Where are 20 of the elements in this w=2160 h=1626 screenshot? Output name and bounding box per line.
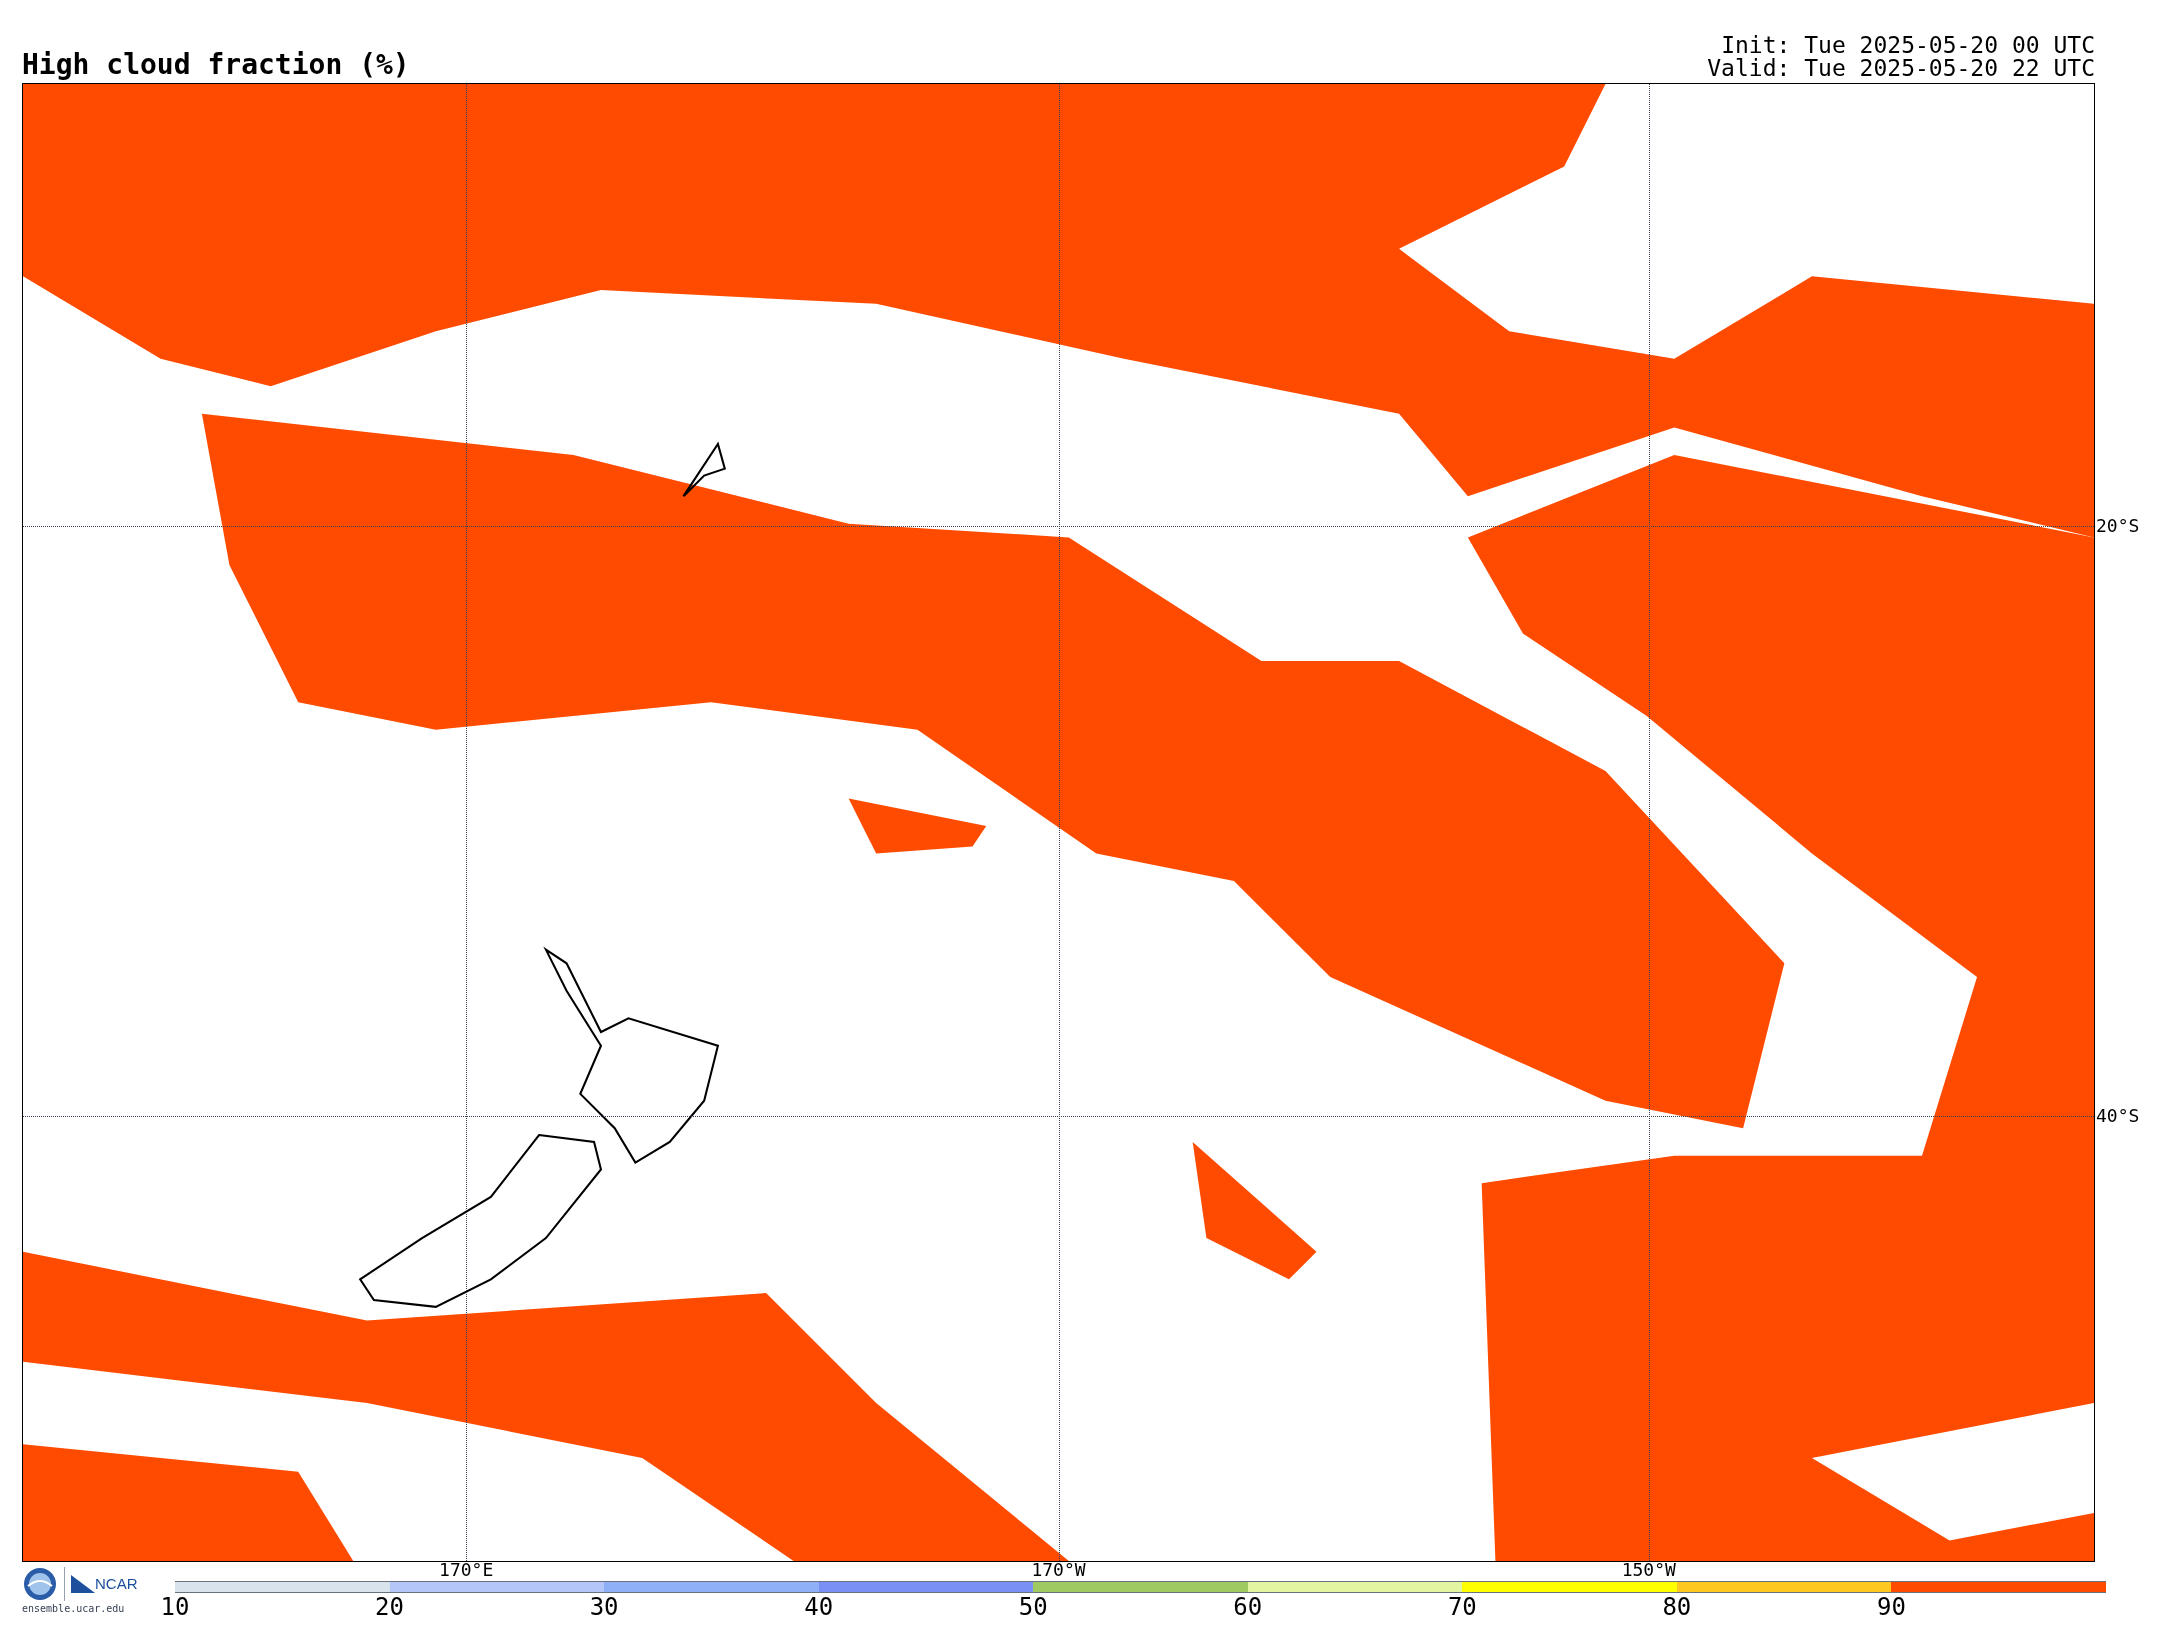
- colorbar-label: 50: [1018, 1595, 1048, 1619]
- latitude-label: 40°S: [2095, 1107, 2140, 1126]
- colorbar-label: 40: [804, 1595, 834, 1619]
- globe-logo-icon: [22, 1566, 58, 1602]
- chart-title: High cloud fraction (%): [22, 51, 410, 83]
- colorbar-label: 10: [160, 1595, 190, 1619]
- colorbar-label: 30: [589, 1595, 619, 1619]
- latitude-label: 20°S: [2095, 516, 2140, 535]
- flag-logo-icon: [71, 1575, 95, 1593]
- colorbar-label: 80: [1662, 1595, 1692, 1619]
- colorbar-label: 20: [375, 1595, 404, 1619]
- colorbar-label: 90: [1877, 1595, 1906, 1619]
- longitude-label: 170°E: [439, 1561, 494, 1579]
- valid-time: Valid: Tue 2025-05-20 22 UTC: [1707, 57, 2095, 80]
- longitude-label: 150°W: [1621, 1561, 1676, 1579]
- logo-text: NCAR: [95, 1573, 138, 1594]
- init-time: Init: Tue 2025-05-20 00 UTC: [1721, 34, 2095, 57]
- longitude-label: 170°W: [1031, 1561, 1086, 1579]
- colorbar-label: 60: [1233, 1595, 1263, 1619]
- colorbar-label: 70: [1447, 1595, 1477, 1619]
